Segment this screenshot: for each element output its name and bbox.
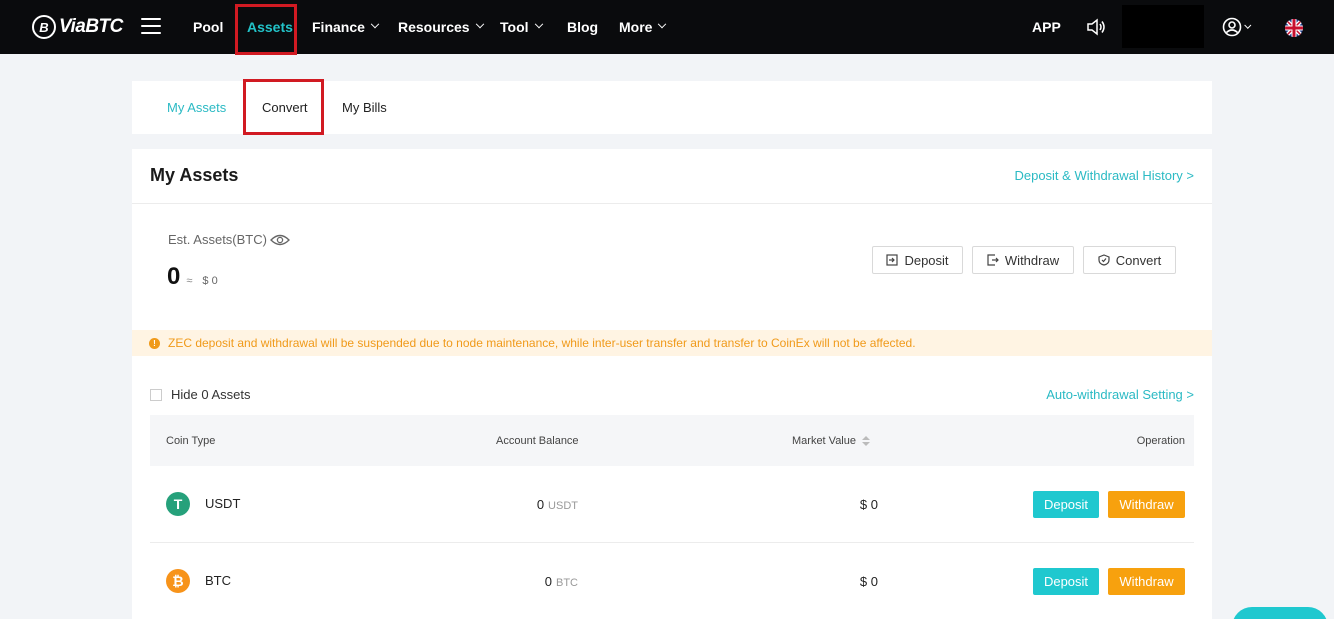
nav-resources-label: Resources (398, 19, 470, 35)
withdraw-icon (987, 254, 999, 266)
divider (132, 203, 1212, 204)
eye-icon[interactable] (270, 234, 290, 246)
viabtc-logo-mark: B (32, 15, 56, 39)
nav-blog-label: Blog (567, 19, 599, 35)
market-value: $ 0 (859, 574, 878, 589)
table-row: ₿ BTC 0 BTC $ 0 Deposit Withdraw (150, 543, 1194, 619)
convert-button-label: Convert (1115, 252, 1162, 268)
approx-symbol: ≈ (186, 275, 193, 287)
deposit-withdrawal-history-link[interactable]: Deposit & Withdrawal History > (1014, 168, 1194, 183)
bitcoin-icon: ₿ (166, 569, 190, 593)
row-deposit-button[interactable]: Deposit (1033, 491, 1099, 518)
est-assets-label-row: Est. Assets(BTC) (168, 232, 290, 247)
nav-more[interactable]: More (619, 0, 667, 54)
user-icon (1222, 17, 1242, 37)
account-balance: 0 USDT (537, 497, 578, 512)
deposit-button-label: Deposit (904, 252, 949, 268)
nav-pool-label: Pool (193, 19, 224, 35)
header-market-value-label: Market Value (792, 434, 856, 447)
coin-name: USDT (205, 496, 241, 511)
hide-zero-label: Hide 0 Assets (171, 387, 251, 402)
top-navbar: B ViaBTC Pool Assets Finance Resources T… (0, 0, 1334, 54)
page-title: My Assets (150, 165, 239, 185)
convert-button[interactable]: Convert (1083, 246, 1176, 274)
uk-flag-icon[interactable] (1285, 19, 1303, 37)
speaker-icon[interactable] (1086, 18, 1106, 36)
auto-withdrawal-setting-link[interactable]: Auto-withdrawal Setting > (1046, 387, 1194, 402)
balance-value: 0 (544, 574, 552, 589)
chevron-down-icon (370, 19, 380, 29)
row-deposit-button[interactable]: Deposit (1033, 568, 1099, 595)
shield-icon (1098, 254, 1110, 266)
menu-icon[interactable] (141, 18, 161, 34)
my-assets-panel: My Assets Deposit & Withdrawal History >… (132, 149, 1212, 619)
est-assets-value: 0 (167, 263, 181, 290)
chevron-down-icon (658, 19, 667, 29)
balance-unit: USDT (548, 500, 578, 512)
viabtc-logo[interactable]: B ViaBTC (32, 14, 123, 40)
sort-icon[interactable] (862, 435, 870, 446)
chevron-down-icon (1244, 21, 1252, 29)
chevron-down-icon (534, 19, 543, 29)
floating-support-button[interactable] (1232, 607, 1328, 619)
header-operation: Operation (1136, 434, 1185, 447)
tab-my-bills[interactable]: My Bills (342, 81, 387, 134)
notice-text: ZEC deposit and withdrawal will be suspe… (168, 336, 916, 350)
nav-more-label: More (619, 19, 653, 35)
hide-zero-assets-toggle[interactable]: Hide 0 Assets (150, 387, 251, 402)
nav-blog[interactable]: Blog (567, 0, 598, 54)
tab-my-assets[interactable]: My Assets (167, 81, 226, 134)
est-usd-value: $ 0 (202, 275, 218, 287)
redacted-area (1122, 5, 1204, 48)
coin-name: BTC (205, 573, 231, 588)
header-account-balance: Account Balance (496, 434, 579, 447)
maintenance-notice: ! ZEC deposit and withdrawal will be sus… (132, 330, 1212, 356)
est-assets-label: Est. Assets(BTC) (168, 232, 267, 247)
nav-tool[interactable]: Tool (500, 0, 543, 54)
balance-value: 0 (536, 497, 545, 512)
user-menu[interactable] (1222, 17, 1256, 37)
nav-finance-label: Finance (312, 19, 365, 35)
highlight-box-assets (235, 4, 297, 55)
account-balance: 0 BTC (545, 574, 578, 589)
row-withdraw-button[interactable]: Withdraw (1108, 568, 1185, 595)
withdraw-button-label: Withdraw (1004, 252, 1060, 268)
nav-finance[interactable]: Finance (312, 0, 380, 54)
highlight-box-convert (243, 79, 324, 135)
table-header: Coin Type Account Balance Market Value O… (150, 415, 1194, 466)
nav-tool-label: Tool (500, 19, 529, 35)
deposit-button[interactable]: Deposit (872, 246, 963, 274)
row-withdraw-button[interactable]: Withdraw (1108, 491, 1185, 518)
deposit-icon (886, 254, 899, 266)
info-icon: ! (149, 337, 160, 349)
nav-pool[interactable]: Pool (193, 0, 223, 54)
market-value: $ 0 (859, 497, 878, 512)
withdraw-button[interactable]: Withdraw (972, 246, 1074, 274)
header-coin-type: Coin Type (166, 434, 216, 447)
nav-resources[interactable]: Resources (398, 0, 484, 54)
tether-icon: T (166, 492, 190, 516)
chevron-down-icon (475, 19, 484, 29)
table-row: T USDT 0 USDT $ 0 Deposit Withdraw (150, 466, 1194, 543)
viabtc-logo-text: ViaBTC (59, 16, 123, 37)
header-market-value[interactable]: Market Value (792, 415, 870, 466)
nav-app-link[interactable]: APP (1032, 0, 1061, 54)
balance-unit: BTC (556, 577, 578, 589)
est-assets-value-row: 0 ≈ $ 0 (167, 263, 218, 291)
hide-zero-checkbox[interactable] (150, 388, 162, 401)
